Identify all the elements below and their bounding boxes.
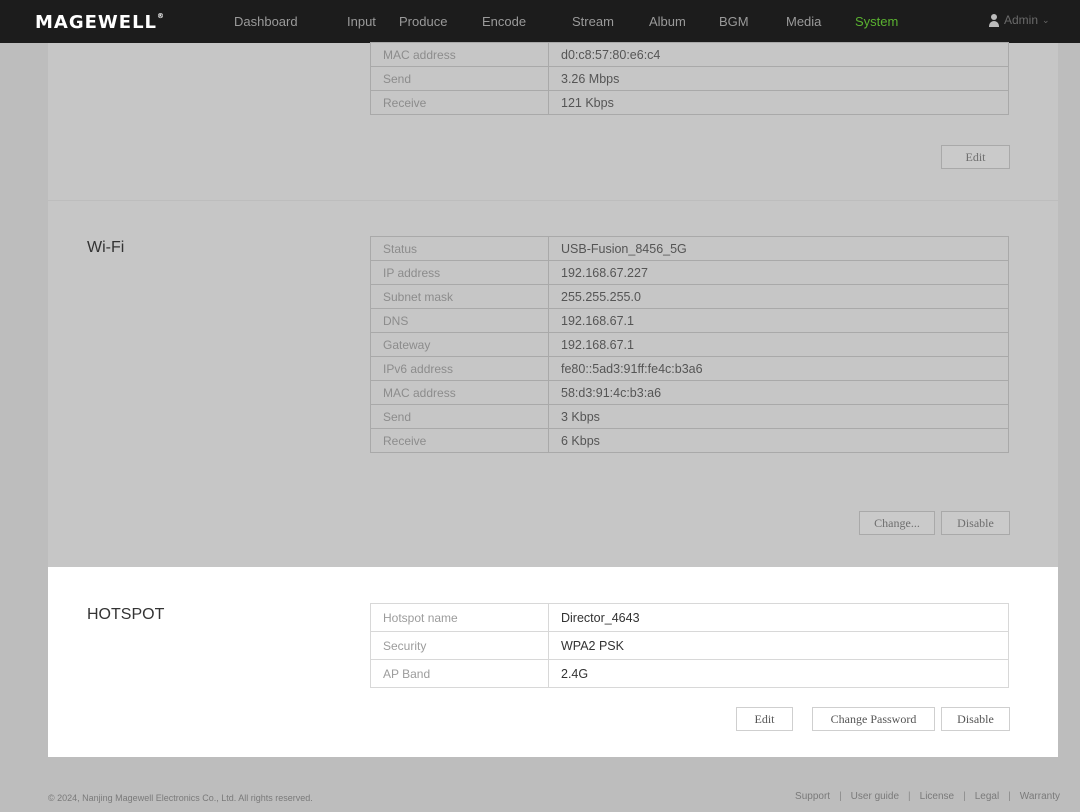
lan-info-table: MAC address d0:c8:57:80:e6:c4 Send 3.26 Mb… <box>370 42 1009 115</box>
row-key: Send <box>370 404 549 429</box>
row-value: fe80::5ad3:91ff:fe4c:b3a6 <box>548 356 1009 381</box>
nav-system[interactable]: System <box>855 14 898 29</box>
footer-links: Support | User guide | License | Legal |… <box>795 791 1060 802</box>
brand-mark: ® <box>157 12 166 20</box>
user-name: Admin <box>1004 13 1039 27</box>
wifi-disable-button[interactable]: Disable <box>941 511 1010 535</box>
row-value: USB-Fusion_8456_5G <box>548 236 1009 261</box>
row-key: MAC address <box>370 380 549 405</box>
nav-produce[interactable]: Produce <box>399 14 447 29</box>
change-password-button[interactable]: Change Password <box>812 707 935 731</box>
link-divider: | <box>963 791 966 802</box>
table-row: MAC address 58:d3:91:4c:b3:a6 <box>370 380 1009 405</box>
row-value: 6 Kbps <box>548 428 1009 453</box>
hotspot-disable-button[interactable]: Disable <box>941 707 1010 731</box>
footer-link-license[interactable]: License <box>920 791 954 802</box>
magewell-logo[interactable]: MAGEWELL® <box>35 12 165 33</box>
row-key: Security <box>370 631 549 660</box>
row-value: 192.168.67.227 <box>548 260 1009 285</box>
row-value: 192.168.67.1 <box>548 308 1009 333</box>
nav-input[interactable]: Input <box>347 14 376 29</box>
row-key: DNS <box>370 308 549 333</box>
footer-link-support[interactable]: Support <box>795 791 830 802</box>
row-key: Receive <box>370 428 549 453</box>
hotspot-section: HOTSPOT Hotspot name Director_4643 Securi… <box>48 567 1058 757</box>
table-row: Receive 121 Kbps <box>370 90 1009 115</box>
lan-section: MAC address d0:c8:57:80:e6:c4 Send 3.26 Mb… <box>48 42 1058 200</box>
row-key: AP Band <box>370 659 549 688</box>
row-key: IPv6 address <box>370 356 549 381</box>
table-row: Send 3.26 Mbps <box>370 66 1009 91</box>
copyright-text: © 2024, Nanjing Magewell Electronics Co.… <box>48 793 313 803</box>
row-key: Send <box>370 66 549 91</box>
row-value: 192.168.67.1 <box>548 332 1009 357</box>
wifi-change-button[interactable]: Change... <box>859 511 935 535</box>
nav-album[interactable]: Album <box>649 14 686 29</box>
lan-edit-button[interactable]: Edit <box>941 145 1010 169</box>
row-key: Gateway <box>370 332 549 357</box>
nav-stream[interactable]: Stream <box>572 14 614 29</box>
wifi-title: Wi-Fi <box>87 239 125 256</box>
row-key: IP address <box>370 260 549 285</box>
footer-link-user-guide[interactable]: User guide <box>851 791 899 802</box>
hotspot-title: HOTSPOT <box>87 606 165 623</box>
row-value: 255.255.255.0 <box>548 284 1009 309</box>
table-row: MAC address d0:c8:57:80:e6:c4 <box>370 42 1009 67</box>
nav-bgm[interactable]: BGM <box>719 14 749 29</box>
wifi-section: Wi-Fi Status USB-Fusion_8456_5G IP addres… <box>48 201 1058 567</box>
row-value: 2.4G <box>548 659 1009 688</box>
table-row: IPv6 address fe80::5ad3:91ff:fe4c:b3a6 <box>370 356 1009 381</box>
row-key: MAC address <box>370 42 549 67</box>
footer-link-warranty[interactable]: Warranty <box>1020 791 1060 802</box>
row-key: Subnet mask <box>370 284 549 309</box>
nav-media[interactable]: Media <box>786 14 821 29</box>
nav-dashboard[interactable]: Dashboard <box>234 14 298 29</box>
brand-name: MAGEWELL <box>35 12 158 33</box>
hotspot-info-table: Hotspot name Director_4643 Security WPA2 P… <box>370 603 1009 688</box>
row-key: Hotspot name <box>370 603 549 632</box>
link-divider: | <box>1008 791 1011 802</box>
row-value: 58:d3:91:4c:b3:a6 <box>548 380 1009 405</box>
nav-encode[interactable]: Encode <box>482 14 526 29</box>
row-value: 3.26 Mbps <box>548 66 1009 91</box>
footer-link-legal[interactable]: Legal <box>975 791 999 802</box>
top-nav-bar: MAGEWELL® Dashboard Input Produce Encode… <box>0 0 1080 43</box>
row-key: Status <box>370 236 549 261</box>
table-row: Status USB-Fusion_8456_5G <box>370 236 1009 261</box>
table-row: DNS 192.168.67.1 <box>370 308 1009 333</box>
table-row: Security WPA2 PSK <box>370 631 1009 660</box>
hotspot-edit-button[interactable]: Edit <box>736 707 793 731</box>
row-key: Receive <box>370 90 549 115</box>
user-menu[interactable]: Admin ⌄ <box>988 13 1050 27</box>
row-value: d0:c8:57:80:e6:c4 <box>548 42 1009 67</box>
row-value: 3 Kbps <box>548 404 1009 429</box>
row-value: WPA2 PSK <box>548 631 1009 660</box>
table-row: AP Band 2.4G <box>370 659 1009 688</box>
chevron-down-icon: ⌄ <box>1042 14 1050 25</box>
row-value: Director_4643 <box>548 603 1009 632</box>
table-row: Subnet mask 255.255.255.0 <box>370 284 1009 309</box>
table-row: Receive 6 Kbps <box>370 428 1009 453</box>
table-row: IP address 192.168.67.227 <box>370 260 1009 285</box>
table-row: Send 3 Kbps <box>370 404 1009 429</box>
link-divider: | <box>839 791 842 802</box>
link-divider: | <box>908 791 911 802</box>
table-row: Gateway 192.168.67.1 <box>370 332 1009 357</box>
footer: © 2024, Nanjing Magewell Electronics Co.… <box>0 757 1080 812</box>
user-icon <box>988 13 1000 27</box>
wifi-info-table: Status USB-Fusion_8456_5G IP address 192.1… <box>370 236 1009 453</box>
table-row: Hotspot name Director_4643 <box>370 603 1009 632</box>
row-value: 121 Kbps <box>548 90 1009 115</box>
